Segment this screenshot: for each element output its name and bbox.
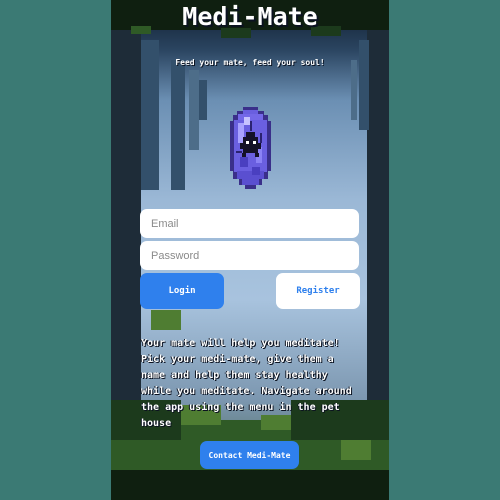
login-button[interactable]: Login (140, 273, 224, 309)
email-field[interactable] (140, 209, 359, 238)
page-background: Medi-Mate Feed your mate, feed your soul… (0, 0, 500, 500)
app-tagline: Feed your mate, feed your soul! (175, 58, 325, 67)
app-screen: Medi-Mate Feed your mate, feed your soul… (111, 0, 389, 500)
password-field[interactable] (140, 241, 359, 270)
register-button[interactable]: Register (276, 273, 360, 309)
contact-button[interactable]: Contact Medi-Mate (200, 441, 299, 469)
app-description: Your mate will help you meditate! Pick y… (141, 338, 358, 429)
crystal-egg-pet-icon (230, 107, 271, 189)
app-title: Medi-Mate (182, 2, 318, 31)
